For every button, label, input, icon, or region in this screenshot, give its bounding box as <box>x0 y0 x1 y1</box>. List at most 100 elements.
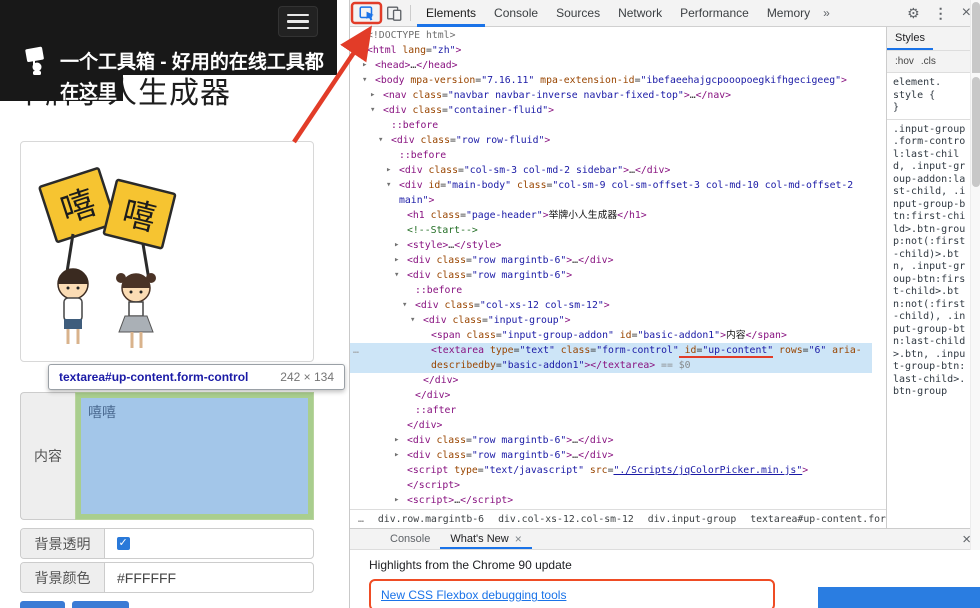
tree-node[interactable]: ▸<div class="row margintb-6">…</div> <box>350 433 872 448</box>
tooltip-dimensions: 242 × 134 <box>280 370 334 384</box>
expand-arrow-icon[interactable]: ▸ <box>394 433 399 448</box>
collapse-arrow-icon[interactable]: ▾ <box>378 133 383 148</box>
tree-node[interactable]: ▸<nav class="navbar navbar-inverse navba… <box>350 88 872 103</box>
tree-node[interactable]: <script type="text/javascript" src="./Sc… <box>350 463 872 478</box>
tree-node[interactable]: ▸<div class="row margintb-6">…</div> <box>350 253 872 268</box>
breadcrumb-item[interactable]: … <box>358 514 364 525</box>
bg-color-label: 背景颜色 <box>21 563 105 592</box>
expand-arrow-icon[interactable]: ▸ <box>394 238 399 253</box>
tree-node[interactable]: ::before <box>350 148 872 163</box>
expand-arrow-icon[interactable]: ▸ <box>394 253 399 268</box>
tree-node[interactable]: ▾<div class="input-group"> <box>350 313 872 328</box>
cls-toggle[interactable]: .cls <box>921 56 936 67</box>
tree-node[interactable]: ▾<body mpa-version="7.16.11" mpa-extensi… <box>350 73 872 88</box>
tree-node[interactable]: <html lang="zh"> <box>350 43 872 58</box>
tree-node[interactable]: ▸<div class="row margintb-6">…</div> <box>350 448 872 463</box>
tree-node[interactable]: ::before <box>350 283 872 298</box>
expand-arrow-icon[interactable]: ▸ <box>362 58 367 73</box>
bg-transparent-checkbox[interactable] <box>117 537 130 550</box>
more-tabs-button[interactable]: » <box>819 0 834 26</box>
tree-node[interactable]: </script> <box>350 478 872 493</box>
tree-node[interactable]: ▸<div class="col-sm-3 col-md-2 sidebar">… <box>350 163 872 178</box>
breadcrumb-item[interactable]: div.input-group <box>648 514 736 525</box>
tree-node-selected[interactable]: …<textarea type="text" class="form-contr… <box>350 343 872 373</box>
tree-node[interactable]: <h1 class="page-header">举牌小人生成器</h1> <box>350 208 872 223</box>
collapse-arrow-icon[interactable]: ▾ <box>362 73 367 88</box>
tree-node[interactable]: <!--Start--> <box>350 223 872 238</box>
content-input-group: 内容 嘻嘻 <box>20 392 314 520</box>
annotation-highlight-box: New CSS Flexbox debugging tools <box>369 579 775 608</box>
breadcrumb: … div.row.margintb-6 div.col-xs-12.col-sm-… <box>350 509 886 528</box>
close-whats-new-tab-icon[interactable]: × <box>515 529 522 549</box>
hamburger-menu-button[interactable] <box>278 6 318 37</box>
tree-node[interactable]: ▸<head>…</head> <box>350 58 872 73</box>
elements-panel: <!DOCTYPE html><html lang="zh">▸<head>…<… <box>350 27 886 528</box>
expand-arrow-icon[interactable]: ▸ <box>394 448 399 463</box>
devtools-toolbar: ElementsConsoleSourcesNetworkPerformance… <box>350 0 980 27</box>
device-toolbar-icon[interactable] <box>384 3 404 23</box>
web-page: 一个工具箱 - 好用的在线工具都 举牌小人生成器 在这里 嘻 嘻 <box>0 0 349 608</box>
collapse-arrow-icon[interactable]: ▾ <box>410 313 415 328</box>
element-style-brace: } <box>893 102 966 115</box>
hov-toggle[interactable]: :hov <box>895 56 914 67</box>
collapse-arrow-icon[interactable]: ▾ <box>386 178 391 193</box>
tab-sources[interactable]: Sources <box>547 0 609 27</box>
tree-node[interactable]: ▾<div class="container-fluid"> <box>350 103 872 118</box>
tree-node[interactable]: ▾<div class="row row-fluid"> <box>350 133 872 148</box>
tab-console[interactable]: Console <box>485 0 547 27</box>
breadcrumb-item[interactable]: div.row.margintb-6 <box>378 514 484 525</box>
styles-scrollbar[interactable] <box>970 73 980 528</box>
content-textarea[interactable]: 嘻嘻 <box>81 398 308 514</box>
css-rule-selector[interactable]: .input-group .form-control:last-child, .… <box>893 124 966 399</box>
tab-performance[interactable]: Performance <box>671 0 758 27</box>
tree-node[interactable]: ▾<div class="row margintb-6"> <box>350 268 872 283</box>
whats-new-image-fragment <box>818 587 980 608</box>
preview-card: 嘻 嘻 <box>20 141 314 362</box>
screenshot-root: 一个工具箱 - 好用的在线工具都 举牌小人生成器 在这里 嘻 嘻 <box>0 0 980 608</box>
collapse-arrow-icon[interactable]: ▾ <box>402 298 407 313</box>
bg-color-row: 背景颜色 #FFFFFF <box>20 562 314 593</box>
tab-elements[interactable]: Elements <box>417 0 485 27</box>
collapse-arrow-icon[interactable]: ▾ <box>394 268 399 283</box>
styles-sidebar: Styles :hov .cls element.style { } .inpu… <box>886 27 980 528</box>
tree-node[interactable]: </div> <box>350 418 872 433</box>
styles-rules: element.style { } .input-group .form-con… <box>887 73 980 528</box>
tree-node[interactable]: ▸<style>…</style> <box>350 238 872 253</box>
bg-color-input[interactable]: #FFFFFF <box>105 563 313 592</box>
expand-arrow-icon[interactable]: ▸ <box>386 163 391 178</box>
tab-network[interactable]: Network <box>609 0 671 27</box>
breadcrumb-item[interactable]: textarea#up-content.form-control <box>750 514 886 525</box>
expand-arrow-icon[interactable]: ▸ <box>394 493 399 508</box>
tree-node[interactable]: ::after <box>350 403 872 418</box>
tree-node[interactable]: ▸<script>…</script> <box>350 493 872 508</box>
bg-transparent-row: 背景透明 <box>20 528 314 559</box>
tree-node[interactable]: <!DOCTYPE html> <box>350 28 872 43</box>
tab-console-drawer[interactable]: Console <box>380 529 440 549</box>
elements-tree: <!DOCTYPE html><html lang="zh">▸<head>…<… <box>350 27 886 509</box>
tree-node[interactable]: ::before <box>350 118 872 133</box>
inspect-overlay-tooltip: textarea#up-content.form-control 242 × 1… <box>48 364 345 390</box>
expand-arrow-icon[interactable]: ▸ <box>370 88 375 103</box>
kebab-menu-icon[interactable]: ⋮ <box>934 5 948 22</box>
tree-node[interactable]: ▾<div class="col-xs-12 col-sm-12"> <box>350 298 872 313</box>
inspect-element-icon[interactable] <box>357 3 377 23</box>
whats-new-link[interactable]: New CSS Flexbox debugging tools <box>381 588 566 602</box>
gear-icon[interactable]: ⚙ <box>907 5 920 22</box>
tree-node[interactable]: ▾<div id="main-body" class="col-sm-9 col… <box>350 178 872 208</box>
action-button[interactable] <box>20 601 65 608</box>
tree-node[interactable]: </div> <box>350 373 872 388</box>
collapse-arrow-icon[interactable]: ▾ <box>370 103 375 118</box>
tab-memory[interactable]: Memory <box>758 0 819 27</box>
tree-node[interactable]: <span class="input-group-addon" id="basi… <box>350 328 872 343</box>
tab-whats-new[interactable]: What's New × <box>440 529 531 549</box>
tooltip-selector: textarea#up-content.form-control <box>59 370 248 384</box>
tree-node[interactable]: </div> <box>350 388 872 403</box>
toolbar-divider <box>410 5 411 21</box>
action-button[interactable] <box>72 601 129 608</box>
cartoon-illustration: 嘻 嘻 <box>33 164 183 354</box>
breadcrumb-item[interactable]: div.col-xs-12.col-sm-12 <box>498 514 634 525</box>
node-ellipsis-icon[interactable]: … <box>353 343 359 358</box>
tab-styles[interactable]: Styles <box>887 27 933 50</box>
site-navbar: 一个工具箱 - 好用的在线工具都 <box>0 0 337 75</box>
site-title-wrap: 在这里 <box>0 75 123 101</box>
